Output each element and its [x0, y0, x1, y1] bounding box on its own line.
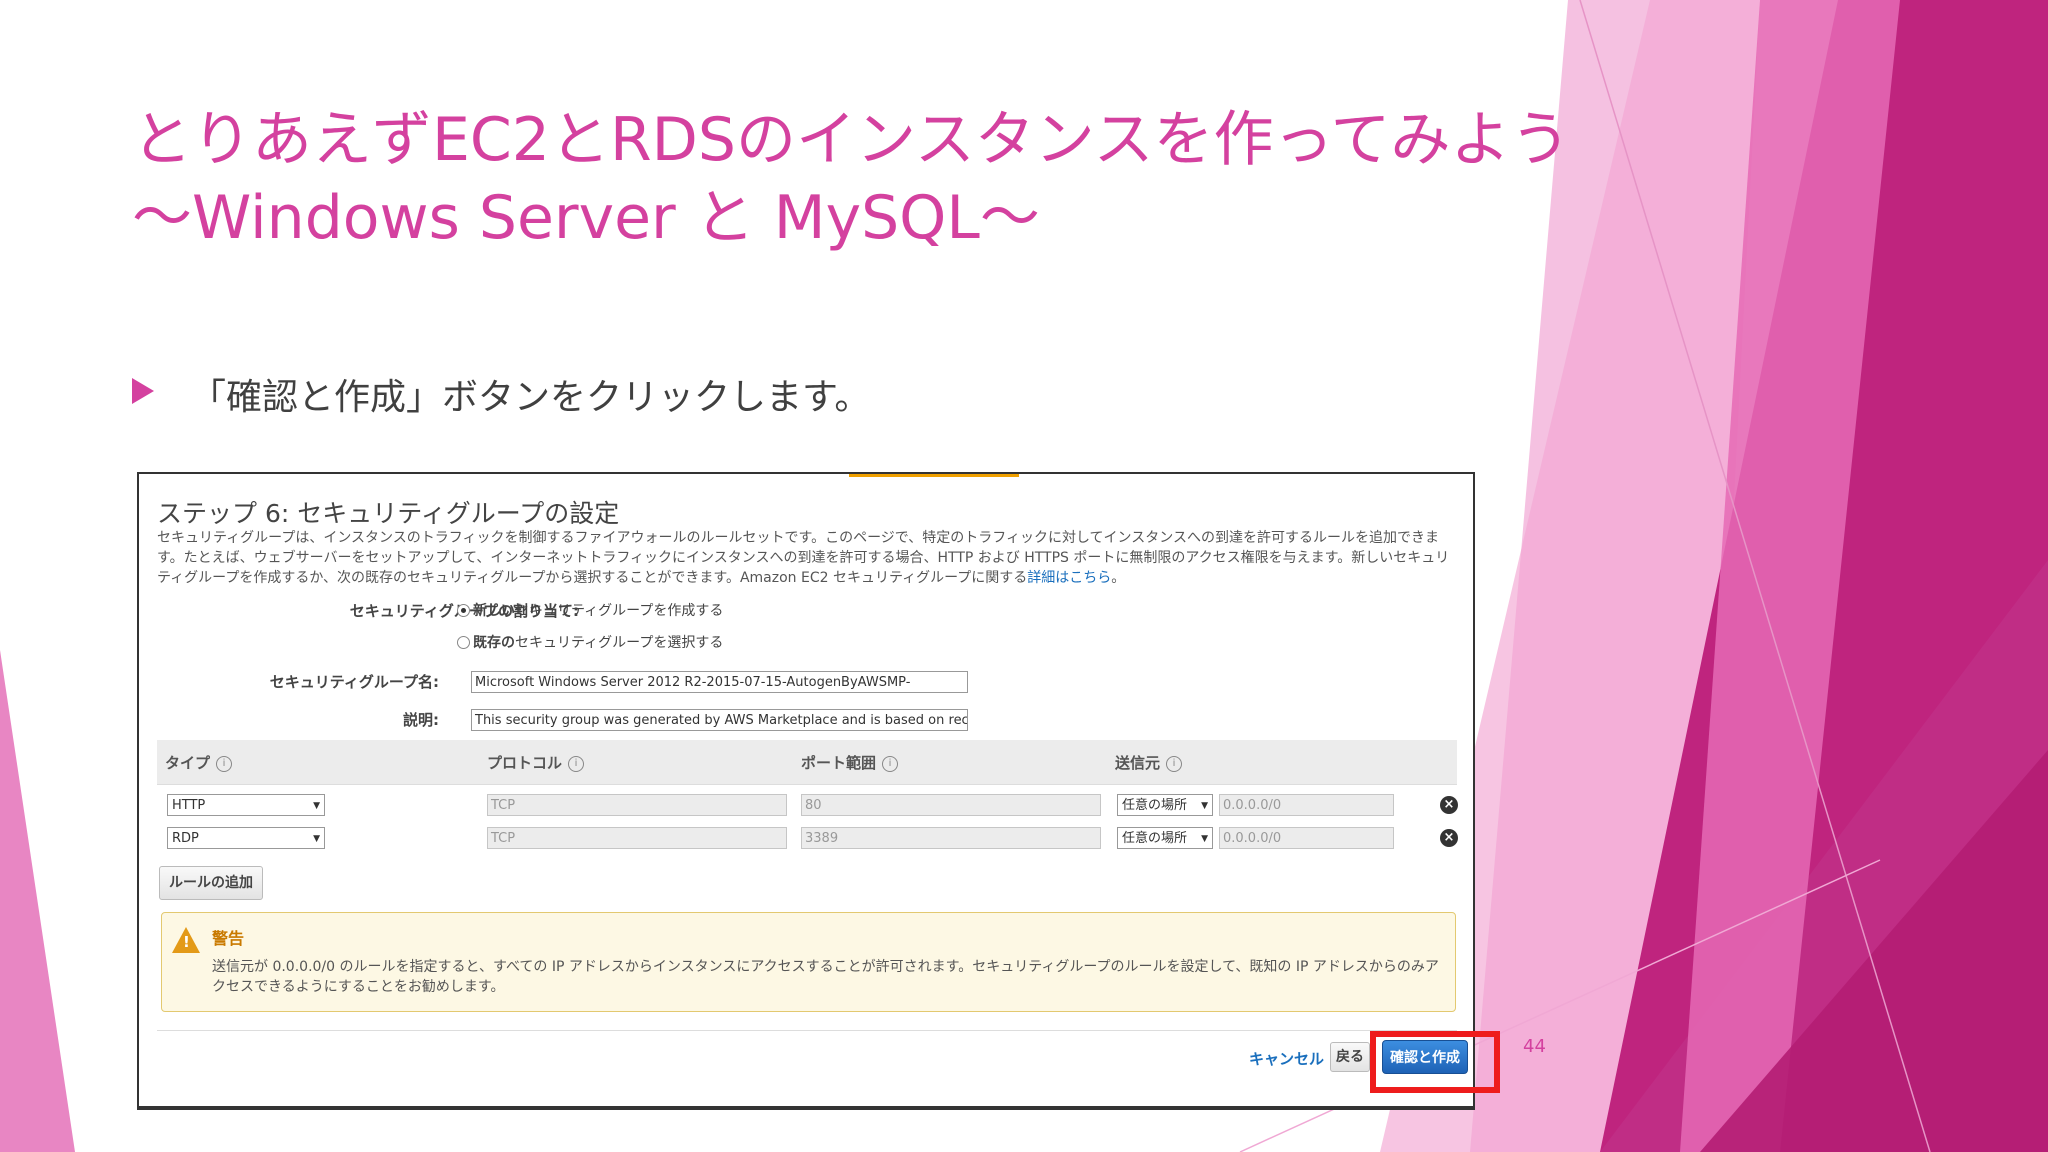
- col-port-label: ポート範囲: [801, 754, 877, 772]
- slide-title-line1: とりあえずEC2とRDSのインスタンスを作ってみよう: [132, 105, 1571, 175]
- rule-cidr-field[interactable]: 0.0.0.0/0: [1219, 827, 1394, 849]
- description-text: セキュリティグループは、インスタンスのトラフィックを制御するファイアウォールのル…: [157, 530, 1450, 586]
- chevron-down-icon: ▼: [313, 834, 320, 844]
- rule-source-value: 任意の場所: [1122, 831, 1188, 846]
- step-description: セキュリティグループは、インスタンスのトラフィックを制御するファイアウォールのル…: [157, 528, 1457, 588]
- col-type: タイプ i: [165, 752, 233, 773]
- description-label: 説明:: [403, 711, 439, 729]
- rule-port-field: 3389: [801, 827, 1101, 849]
- tab-indicator: [849, 474, 1019, 477]
- chevron-down-icon: ▼: [313, 801, 320, 811]
- radio-existing-label-rest: セキュリティグループを選択する: [515, 635, 724, 651]
- group-name-label: セキュリティグループ名:: [269, 673, 439, 691]
- rule-type-value: HTTP: [172, 798, 206, 813]
- radio-existing-label-bold: 既存の: [473, 635, 515, 651]
- chevron-down-icon: ▼: [1201, 801, 1208, 811]
- warning-icon-glyph: !: [183, 933, 190, 951]
- footer-divider: [157, 1030, 1457, 1031]
- col-protocol: プロトコル i: [487, 752, 585, 773]
- rule-port-field: 80: [801, 794, 1101, 816]
- description-end: 。: [1111, 570, 1126, 586]
- radio-existing-group[interactable]: [457, 636, 470, 649]
- warning-box: ! 警告 送信元が 0.0.0.0/0 のルールを指定すると、すべての IP ア…: [161, 912, 1456, 1012]
- step-title: ステップ 6: セキュリティグループの設定: [157, 499, 620, 528]
- radio-new-label-rest: セキュリティグループを作成する: [515, 603, 724, 619]
- info-icon[interactable]: i: [882, 755, 899, 772]
- bullet-text: 「確認と作成」ボタンをクリックします。: [190, 377, 871, 418]
- details-link[interactable]: 詳細はこちら: [1027, 570, 1111, 586]
- radio-new-label[interactable]: 新しいセキュリティグループを作成する: [473, 600, 723, 620]
- add-rule-button[interactable]: ルールの追加: [159, 866, 263, 900]
- description-input[interactable]: This security group was generated by AWS…: [471, 709, 968, 731]
- warning-text: 送信元が 0.0.0.0/0 のルールを指定すると、すべての IP アドレスから…: [212, 959, 1439, 995]
- rule-source-value: 任意の場所: [1122, 798, 1188, 813]
- rule-source-select[interactable]: 任意の場所 ▼: [1117, 794, 1213, 816]
- highlight-box: [1370, 1031, 1500, 1093]
- chevron-down-icon: ▼: [1201, 834, 1208, 844]
- back-button[interactable]: 戻る: [1330, 1042, 1370, 1072]
- radio-existing-label[interactable]: 既存のセキュリティグループを選択する: [473, 632, 723, 652]
- rules-table-header: タイプ i プロトコル i ポート範囲 i 送信元 i: [157, 740, 1457, 785]
- radio-new-label-bold: 新しい: [473, 603, 515, 619]
- cancel-link[interactable]: キャンセル: [1249, 1048, 1324, 1069]
- page-number: 44: [1523, 1036, 1546, 1057]
- col-source-label: 送信元: [1115, 754, 1161, 772]
- info-icon[interactable]: i: [568, 755, 585, 772]
- aws-console-screenshot: ステップ 6: セキュリティグループの設定 セキュリティグループは、インスタンス…: [137, 472, 1475, 1110]
- rule-type-select[interactable]: RDP ▼: [167, 827, 325, 849]
- warning-icon: !: [172, 927, 200, 953]
- col-source: 送信元 i: [1115, 752, 1183, 773]
- rule-protocol-field: TCP: [487, 827, 787, 849]
- warning-title: 警告: [212, 929, 245, 948]
- rule-cidr-field[interactable]: 0.0.0.0/0: [1219, 794, 1394, 816]
- col-type-label: タイプ: [165, 754, 211, 772]
- radio-new-group[interactable]: [457, 604, 470, 617]
- rule-type-select[interactable]: HTTP ▼: [167, 794, 325, 816]
- slide-title-line2: ～Windows Server と MySQL～: [132, 183, 1040, 253]
- delete-rule-icon[interactable]: ×: [1440, 829, 1458, 847]
- rule-source-select[interactable]: 任意の場所 ▼: [1117, 827, 1213, 849]
- rule-protocol-field: TCP: [487, 794, 787, 816]
- info-icon[interactable]: i: [1166, 755, 1183, 772]
- bullet-arrow-icon: [132, 378, 154, 404]
- rule-type-value: RDP: [172, 831, 199, 846]
- info-icon[interactable]: i: [216, 755, 233, 772]
- delete-rule-icon[interactable]: ×: [1440, 796, 1458, 814]
- group-name-input[interactable]: Microsoft Windows Server 2012 R2-2015-07…: [471, 671, 968, 693]
- col-protocol-label: プロトコル: [487, 754, 563, 772]
- col-port: ポート範囲 i: [801, 752, 899, 773]
